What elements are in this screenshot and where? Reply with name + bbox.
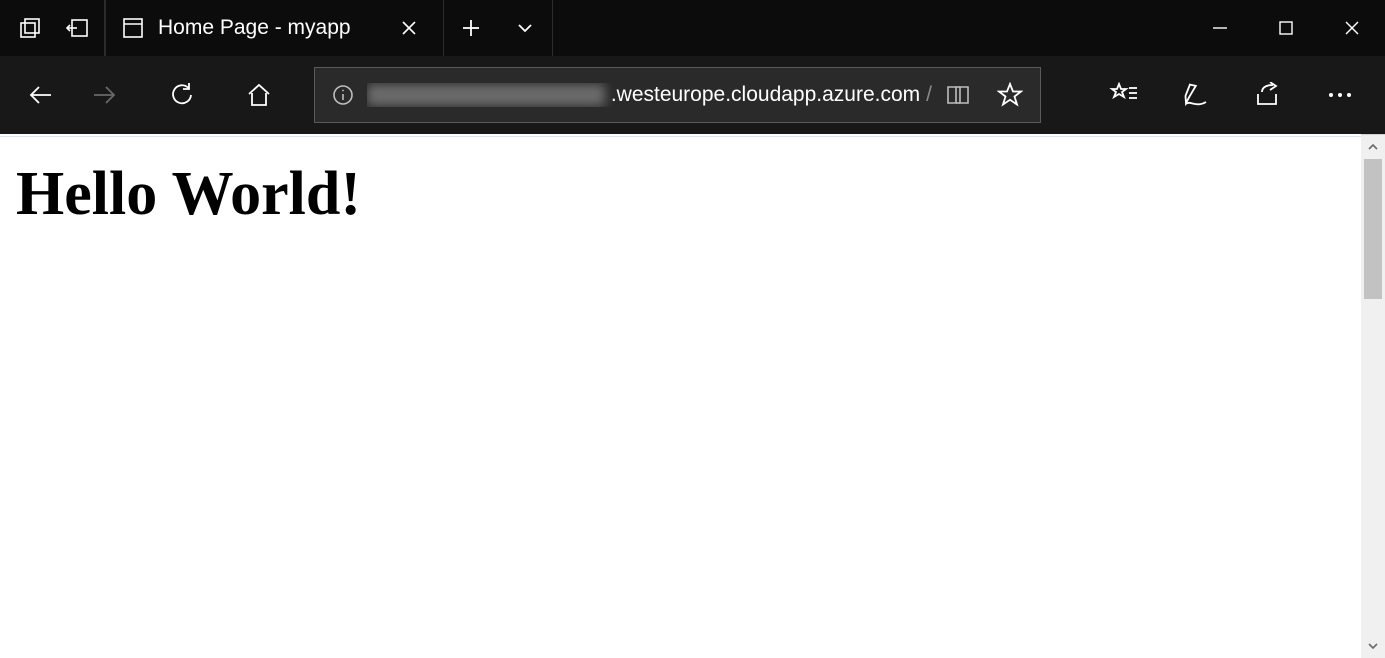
address-bar[interactable]: xxxxxxxxxxxx .westeurope.cloudapp.azure.…	[314, 67, 1041, 123]
titlebar: Home Page - myapp	[0, 0, 1385, 56]
toolbar: xxxxxxxxxxxx .westeurope.cloudapp.azure.…	[0, 56, 1385, 134]
address-bar-right-icons	[932, 71, 1036, 119]
viewport: Hello World!	[0, 134, 1385, 658]
notes-pen-button[interactable]	[1163, 67, 1229, 123]
window-close-button[interactable]	[1319, 0, 1385, 56]
back-button[interactable]	[12, 67, 69, 123]
url-host-visible: .westeurope.cloudapp.azure.com	[611, 83, 920, 107]
tab-strip: Home Page - myapp	[105, 0, 553, 56]
toolbar-right-tools	[1091, 67, 1373, 123]
favorites-list-button[interactable]	[1091, 67, 1157, 123]
tabs-dropdown-button[interactable]	[498, 0, 552, 56]
refresh-button[interactable]	[153, 67, 210, 123]
set-aside-tabs-icon[interactable]	[64, 0, 90, 56]
window-maximize-button[interactable]	[1253, 0, 1319, 56]
window-controls	[1187, 0, 1385, 56]
tab-close-button[interactable]	[395, 14, 423, 42]
vertical-scrollbar[interactable]	[1361, 134, 1385, 658]
url-display[interactable]: xxxxxxxxxxxx .westeurope.cloudapp.azure.…	[367, 83, 932, 107]
favorite-star-button[interactable]	[984, 71, 1036, 119]
tab-actions	[444, 0, 553, 56]
window-minimize-button[interactable]	[1187, 0, 1253, 56]
titlebar-left-system	[0, 0, 105, 56]
scroll-down-button[interactable]	[1361, 634, 1385, 658]
more-menu-button[interactable]	[1307, 67, 1373, 123]
titlebar-drag-region[interactable]	[553, 0, 1187, 56]
scroll-thumb[interactable]	[1364, 159, 1382, 299]
forward-button[interactable]	[75, 67, 132, 123]
new-tab-button[interactable]	[444, 0, 498, 56]
page-icon	[122, 17, 144, 39]
home-button[interactable]	[230, 67, 287, 123]
share-button[interactable]	[1235, 67, 1301, 123]
page-heading: Hello World!	[16, 159, 1345, 230]
tab-active[interactable]: Home Page - myapp	[105, 0, 444, 56]
scroll-track[interactable]	[1361, 159, 1385, 634]
reading-view-button[interactable]	[932, 71, 984, 119]
url-host-redacted: xxxxxxxxxxxx	[367, 84, 605, 106]
site-info-icon[interactable]	[319, 84, 367, 106]
scroll-up-button[interactable]	[1361, 135, 1385, 159]
tab-title: Home Page - myapp	[158, 16, 351, 40]
cascade-windows-icon[interactable]	[18, 0, 42, 56]
page-content: Hello World!	[0, 136, 1361, 658]
